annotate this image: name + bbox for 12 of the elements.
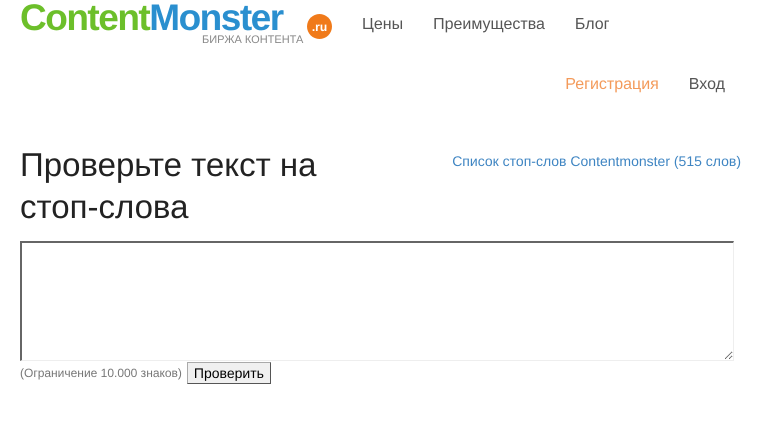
account-link[interactable]: Вход: [688, 76, 725, 94]
text-input-field[interactable]: [20, 241, 734, 361]
page-heading: Проверьте текст на стоп-слова: [20, 145, 318, 227]
nav-link[interactable]: Блог: [574, 16, 610, 34]
check-button[interactable]: Проверить: [186, 362, 271, 384]
nav-link[interactable]: Преимущества: [433, 16, 545, 34]
logo-tagline: БИРЖА КОНТЕНТА: [202, 34, 304, 46]
logo-badge: .ru: [307, 14, 332, 39]
limit-note: (Ограничение 10.000 знаков): [20, 366, 182, 380]
nav-link[interactable]: Цены: [362, 16, 404, 34]
logo-wordmark[interactable]: ContentMonster: [20, 0, 283, 36]
stopwords-link[interactable]: Список стоп-слов Contentmonster (515 слов): [452, 153, 741, 169]
